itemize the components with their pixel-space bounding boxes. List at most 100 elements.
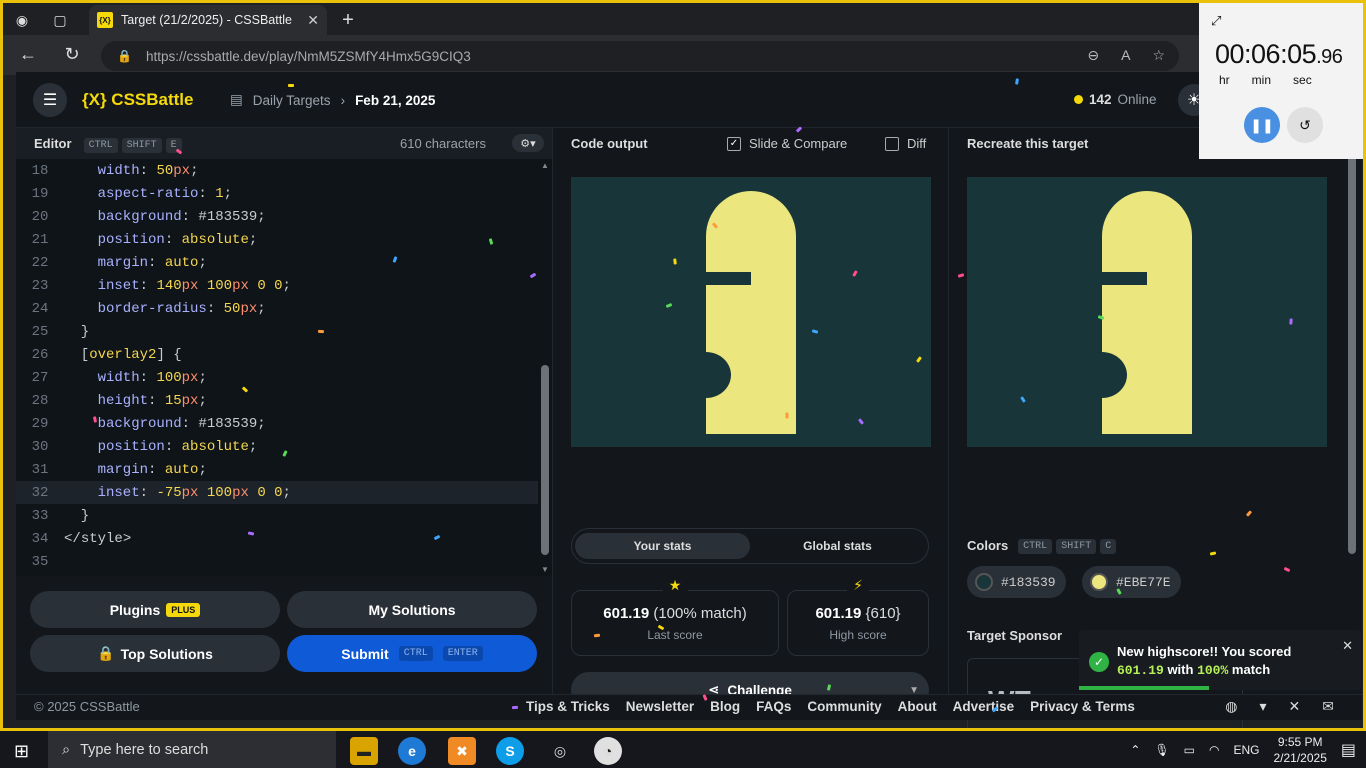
close-toast-icon[interactable]: ✕ <box>1342 638 1353 654</box>
color-chip-2[interactable]: #EBE77E <box>1082 566 1181 598</box>
plugins-button[interactable]: Plugins PLUS <box>30 591 280 628</box>
editor-scroll-thumb[interactable] <box>541 365 549 555</box>
diff-checkbox[interactable] <box>885 136 899 151</box>
high-score-card: ⚡ 601.19 {610} High score <box>787 577 929 656</box>
code-line[interactable]: 35 <box>16 550 538 573</box>
scroll-down-icon[interactable]: ▼ <box>541 565 549 574</box>
windows-start-icon[interactable]: ⊞ <box>14 741 29 762</box>
xampp-icon[interactable]: ✖ <box>448 737 476 765</box>
x-icon[interactable]: ✕ <box>1289 698 1301 715</box>
footer-link-advertise[interactable]: Advertise <box>953 699 1015 714</box>
expand-icon[interactable]: ⤢ <box>1211 13 1221 29</box>
profile-avatar-icon[interactable]: ◉ <box>9 7 35 33</box>
tab-global-stats[interactable]: Global stats <box>750 533 925 559</box>
bluesky-icon[interactable]: ▾ <box>1260 698 1267 715</box>
code-line[interactable]: 31 margin: auto; <box>16 458 538 481</box>
line-number: 20 <box>31 208 49 225</box>
tab-your-stats[interactable]: Your stats <box>575 533 750 559</box>
kbd-c: C <box>1100 539 1117 554</box>
obs-icon[interactable]: ◎ <box>546 737 574 765</box>
clock-app-icon[interactable]: ◔ <box>594 737 622 765</box>
editor-settings-gear-icon[interactable]: ⚙▾ <box>512 134 544 152</box>
target-scrollbar[interactable] <box>1348 154 1356 554</box>
code-text: inset: 140px 100px 0 0; <box>64 277 291 294</box>
footer-link-community[interactable]: Community <box>807 699 881 714</box>
code-line[interactable]: 21 position: absolute; <box>16 228 538 251</box>
code-text: position: absolute; <box>64 438 258 455</box>
footer-link-newsletter[interactable]: Newsletter <box>626 699 694 714</box>
code-line[interactable]: 24 border-radius: 50px; <box>16 297 538 320</box>
back-icon[interactable]: ← <box>17 44 39 65</box>
code-line[interactable]: 20 background: #183539; <box>16 205 538 228</box>
code-line[interactable]: 34 </style> <box>16 527 538 550</box>
footer-link-privacy[interactable]: Privacy & Terms <box>1030 699 1135 714</box>
code-line[interactable]: 30 position: absolute; <box>16 435 538 458</box>
skype-icon[interactable]: S <box>496 737 524 765</box>
cssbattle-app: ☰ {X} CSSBattle ▤ Daily Targets › Feb 21… <box>16 72 1362 748</box>
slide-compare-checkbox[interactable]: ✓ <box>727 136 741 151</box>
menu-button[interactable]: ☰ <box>33 83 67 117</box>
battery-icon[interactable]: ▭ <box>1184 743 1195 757</box>
favorite-star-icon[interactable]: ☆ <box>1152 47 1165 64</box>
top-solutions-button[interactable]: 🔒 Top Solutions <box>30 635 280 672</box>
footer-link-tips[interactable]: Tips & Tricks <box>526 699 610 714</box>
code-line[interactable]: 23 inset: 140px 100px 0 0; <box>16 274 538 297</box>
code-line[interactable]: 32 inset: -75px 100px 0 0; <box>16 481 538 504</box>
stopwatch-widget: ⤢ 00:06:05.96 hr min sec ❚❚ ↺ <box>1199 3 1363 159</box>
zoom-icon[interactable]: ⊖ <box>1087 47 1099 64</box>
code-line[interactable]: 25 } <box>16 320 538 343</box>
cssbattle-logo[interactable]: {X} CSSBattle <box>82 90 193 110</box>
target-canvas[interactable] <box>967 177 1327 447</box>
tab-bar: ◉ ▢ {X} Target (21/2/2025) - CSSBattle ✕… <box>3 3 1363 35</box>
new-tab-icon[interactable]: + <box>335 7 361 33</box>
scroll-up-icon[interactable]: ▲ <box>541 161 549 170</box>
star-icon: ★ <box>662 577 688 594</box>
submit-button[interactable]: Submit CTRL ENTER <box>287 635 537 672</box>
tray-chevron-icon[interactable]: ⌃ <box>1130 743 1140 757</box>
mail-icon[interactable]: ✉ <box>1322 698 1334 715</box>
refresh-icon[interactable]: ↻ <box>61 44 83 65</box>
line-number: 21 <box>31 231 49 248</box>
close-tab-icon[interactable]: ✕ <box>307 12 319 29</box>
code-text: inset: -75px 100px 0 0; <box>64 484 291 501</box>
code-line[interactable]: 33 } <box>16 504 538 527</box>
footer-link-blog[interactable]: Blog <box>710 699 740 714</box>
slide-compare-toggle[interactable]: ✓ Slide & Compare <box>727 136 847 151</box>
url-field[interactable]: 🔒 https://cssbattle.dev/play/NmM5ZSMfY4H… <box>101 41 1179 71</box>
my-solutions-button[interactable]: My Solutions <box>287 591 537 628</box>
editor-scrollbar[interactable]: ▲ ▼ <box>538 159 552 576</box>
file-explorer-icon[interactable]: ▬ <box>350 737 378 765</box>
code-line[interactable]: 22 margin: auto; <box>16 251 538 274</box>
code-line[interactable]: 26 [overlay2] { <box>16 343 538 366</box>
tab-actions-icon[interactable]: ▢ <box>47 7 73 33</box>
reset-icon[interactable]: ↺ <box>1287 107 1323 143</box>
code-text: width: 100px; <box>64 369 207 386</box>
code-line[interactable]: 28 height: 15px; <box>16 389 538 412</box>
microphone-icon[interactable]: 🎙 <box>1154 743 1169 757</box>
code-line[interactable]: 18 width: 50px; <box>16 159 538 182</box>
edge-icon[interactable]: e <box>398 737 426 765</box>
code-editor[interactable]: 18 width: 50px; 19 aspect-ratio: 1; 20 bac… <box>16 159 538 576</box>
copyright: © 2025 CSSBattle <box>34 699 140 714</box>
code-text: margin: auto; <box>64 254 207 271</box>
breadcrumb-daily-targets[interactable]: Daily Targets <box>253 93 331 108</box>
pause-button[interactable]: ❚❚ <box>1244 107 1280 143</box>
diff-toggle[interactable]: Diff <box>885 136 926 151</box>
high-score-value: 601.19 {610} <box>788 605 928 622</box>
code-line[interactable]: 27 width: 100px; <box>16 366 538 389</box>
taskbar-clock[interactable]: 9:55 PM 2/21/2025 <box>1273 734 1326 766</box>
browser-tab[interactable]: {X} Target (21/2/2025) - CSSBattle ✕ <box>89 5 327 35</box>
read-aloud-icon[interactable]: A <box>1121 47 1130 64</box>
output-canvas[interactable] <box>571 177 931 447</box>
submit-label: Submit <box>341 645 389 662</box>
footer-link-about[interactable]: About <box>898 699 937 714</box>
taskbar-search[interactable]: ⌕ Type here to search <box>48 731 336 768</box>
code-line[interactable]: 19 aspect-ratio: 1; <box>16 182 538 205</box>
color-chip-1[interactable]: #183539 <box>967 566 1066 598</box>
search-placeholder: Type here to search <box>80 741 209 758</box>
language-indicator[interactable]: ENG <box>1233 743 1259 757</box>
discord-icon[interactable]: ◍ <box>1225 698 1237 715</box>
wifi-icon[interactable]: ◠ <box>1209 743 1219 757</box>
notification-icon[interactable]: ▤ <box>1341 740 1356 760</box>
footer-link-faqs[interactable]: FAQs <box>756 699 791 714</box>
